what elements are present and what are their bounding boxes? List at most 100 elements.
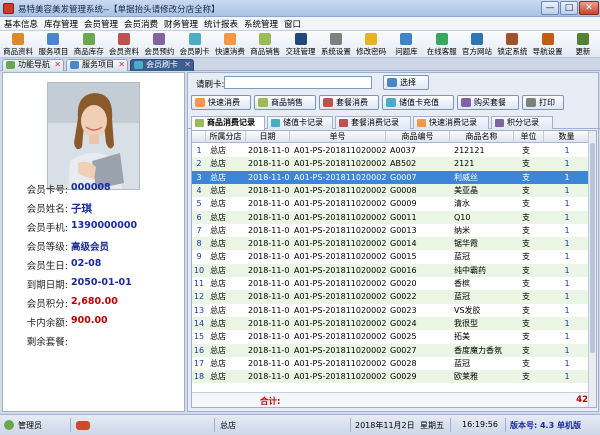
table-cell: 支 xyxy=(522,225,530,235)
toolbar-button-scissors[interactable]: 服务项目 xyxy=(36,32,70,57)
toolbar-button-globe[interactable]: 官方网站 xyxy=(460,32,494,57)
table-cell: 6 xyxy=(196,212,202,222)
table-row[interactable]: 11 总店 2018-11-02 A01-PS-201811020002 G0020 香槟… xyxy=(192,277,590,290)
toolbar-button-warehouse[interactable]: 商品库存 xyxy=(72,32,106,57)
menu-system[interactable]: 系统管理 xyxy=(244,18,278,30)
column-header[interactable] xyxy=(192,131,206,143)
table-cell: A01-PS-201811020002 xyxy=(294,292,386,302)
button-label: 商品销售 xyxy=(271,98,303,107)
toolbar-button-lock[interactable]: 锁定系统 xyxy=(495,32,529,57)
menu-member[interactable]: 会员管理 xyxy=(84,18,118,30)
nav-icon xyxy=(6,61,15,69)
tab-function-nav[interactable]: 功能导航 ✕ xyxy=(2,59,64,71)
tab-quick-records[interactable]: 快速消费记录 xyxy=(413,116,489,129)
toolbar-button-label: 交班管理 xyxy=(285,47,316,56)
table-cell: 1 xyxy=(564,305,570,315)
close-icon[interactable]: ✕ xyxy=(54,60,61,70)
table-row[interactable]: 17 总店 2018-11-02 A01-PS-201811020002 G0028 蓝冠… xyxy=(192,357,590,370)
table-row[interactable]: 18 总店 2018-11-02 A01-PS-201811020002 G0029 欧莱… xyxy=(192,370,590,384)
vertical-scrollbar[interactable] xyxy=(588,131,596,407)
member-field-value: 高级会员 xyxy=(71,242,110,253)
card-recharge-button[interactable]: 储值卡充值 xyxy=(382,95,454,110)
table-row[interactable]: 16 总店 2018-11-02 A01-PS-201811020002 G0027 香度… xyxy=(192,343,590,357)
toolbar-button-card[interactable]: 会员刷卡 xyxy=(178,32,212,57)
table-cell: 纳米 xyxy=(454,225,470,235)
maximize-button[interactable]: □ xyxy=(560,1,578,15)
close-icon[interactable]: ✕ xyxy=(118,60,125,70)
scrollbar-thumb[interactable] xyxy=(590,143,595,353)
column-header[interactable]: 商品编号 xyxy=(386,131,450,143)
table-row[interactable]: 6 总店 2018-11-02 A01-PS-201811020002 G0011 Q10… xyxy=(192,210,590,224)
tab-product-records[interactable]: 商品消费记录 xyxy=(191,116,265,130)
table-row[interactable]: 5 总店 2018-11-02 A01-PS-201811020002 G0009 清水 支… xyxy=(192,197,590,210)
toolbar-button-gear[interactable]: 系统设置 xyxy=(319,32,353,57)
column-header[interactable]: 单位 xyxy=(514,131,544,143)
menu-window[interactable]: 窗口 xyxy=(284,18,301,30)
globe-icon xyxy=(471,33,484,45)
menu-finance[interactable]: 财务管理 xyxy=(164,18,198,30)
table-row[interactable]: 7 总店 2018-11-02 A01-PS-201811020002 G0013 纳米 支… xyxy=(192,224,590,237)
menu-bar: 基本信息 库存管理 会员管理 会员消费 财务管理 统计报表 系统管理 窗口 xyxy=(0,17,600,31)
table-cell: 纯中霸药 xyxy=(454,265,486,275)
toolbar-button-calendar[interactable]: 会员预约 xyxy=(142,32,176,57)
tab-points-records[interactable]: 积分记录 xyxy=(491,116,553,129)
table-cell: A01-PS-201811020002 xyxy=(294,172,386,182)
table-cell: 2018-11-02 xyxy=(248,212,290,222)
column-header[interactable]: 单号 xyxy=(290,131,386,143)
toolbar-button-question[interactable]: 问题库 xyxy=(389,32,423,57)
table-cell: 2018-11-02 xyxy=(248,345,290,355)
member-field-value: 900.00 xyxy=(71,315,108,326)
toolbar-button-update[interactable]: 更新 xyxy=(566,32,600,57)
toolbar-button-box[interactable]: 商品资料 xyxy=(1,32,35,57)
package-consume-button[interactable]: 套餐消费 xyxy=(319,95,379,110)
toolbar-button-nav[interactable]: 导航设置 xyxy=(531,32,565,57)
column-header[interactable]: 日期 xyxy=(246,131,290,143)
consume-panel: 请刷卡: 选择 快速消费 商品销售 套餐消费 储值卡充值 购买套餐 打印 商品消… xyxy=(187,72,600,412)
column-header[interactable]: 所属分店 xyxy=(206,131,246,143)
table-cell: A01-PS-201811020002 xyxy=(294,199,386,209)
table-row[interactable]: 9 总店 2018-11-02 A01-PS-201811020002 G0015 蓝冠 支… xyxy=(192,250,590,263)
minimize-button[interactable]: — xyxy=(541,1,559,15)
tab-member-swipe[interactable]: 会员刷卡 ✕ xyxy=(130,59,194,71)
buy-package-button[interactable]: 购买套餐 xyxy=(457,95,519,110)
tab-service-items[interactable]: 服务项目 ✕ xyxy=(66,59,128,71)
table-row[interactable]: 15 总店 2018-11-02 A01-PS-201811020002 G0025 拓美… xyxy=(192,330,590,343)
toolbar-button-shift[interactable]: 交班管理 xyxy=(283,32,317,57)
table-cell: 1 xyxy=(564,265,570,275)
table-row[interactable]: 2 总店 2018-11-02 A01-PS-201811020002 AB502 212… xyxy=(192,157,590,171)
menu-member-consume[interactable]: 会员消费 xyxy=(124,18,158,30)
button-label: 打印 xyxy=(539,98,555,107)
table-row[interactable]: 13 总店 2018-11-02 A01-PS-201811020002 G0023 VS… xyxy=(192,304,590,317)
toolbar-button-cart[interactable]: 快速消费 xyxy=(213,32,247,57)
member-field-label: 剩余套餐: xyxy=(26,337,68,348)
tab-card-records[interactable]: 储值卡记录 xyxy=(267,116,333,129)
table-row[interactable]: 4 总店 2018-11-02 A01-PS-201811020002 G0008 美亚晶… xyxy=(192,183,590,198)
menu-reports[interactable]: 统计报表 xyxy=(204,18,238,30)
column-header[interactable]: 数量 xyxy=(544,131,590,143)
product-sale-button[interactable]: 商品销售 xyxy=(254,95,316,110)
table-row[interactable]: 3 总店 2018-11-02 A01-PS-201811020002 G0007 利威丝… xyxy=(192,170,590,184)
print-button[interactable]: 打印 xyxy=(522,95,564,110)
quick-consume-button[interactable]: 快速消费 xyxy=(191,95,251,110)
table-row[interactable]: 1 总店 2018-11-02 A01-PS-201811020002 A0037 212… xyxy=(192,144,590,157)
column-header[interactable]: 商品名称 xyxy=(450,131,514,143)
table-cell: A01-PS-201811020002 xyxy=(294,305,386,315)
table-row[interactable]: 10 总店 2018-11-02 A01-PS-201811020002 G0016 纯中… xyxy=(192,263,590,277)
close-icon[interactable]: ✕ xyxy=(184,60,191,70)
toolbar-button-chat[interactable]: 在线客服 xyxy=(425,32,459,57)
toolbar-button-sale[interactable]: 商品销售 xyxy=(248,32,282,57)
toolbar-button-member[interactable]: 会员资料 xyxy=(107,32,141,57)
close-button[interactable]: ✕ xyxy=(579,1,599,15)
cart-icon xyxy=(195,98,205,107)
select-button[interactable]: 选择 xyxy=(383,75,429,90)
table-row[interactable]: 8 总店 2018-11-02 A01-PS-201811020002 G0014 锯华霞… xyxy=(192,237,590,251)
table-cell: 1 xyxy=(564,172,570,182)
menu-inventory[interactable]: 库存管理 xyxy=(44,18,78,30)
menu-basic-info[interactable]: 基本信息 xyxy=(4,18,38,30)
table-row[interactable]: 14 总店 2018-11-02 A01-PS-201811020002 G0024 我很… xyxy=(192,316,590,331)
tab-package-records[interactable]: 套餐消费记录 xyxy=(335,116,411,129)
table-row[interactable]: 12 总店 2018-11-02 A01-PS-201811020002 G0022 蓝冠… xyxy=(192,290,590,304)
table-cell: 16 xyxy=(193,345,205,355)
swipe-card-input[interactable] xyxy=(224,76,372,89)
toolbar-button-key[interactable]: 修改密码 xyxy=(354,32,388,57)
